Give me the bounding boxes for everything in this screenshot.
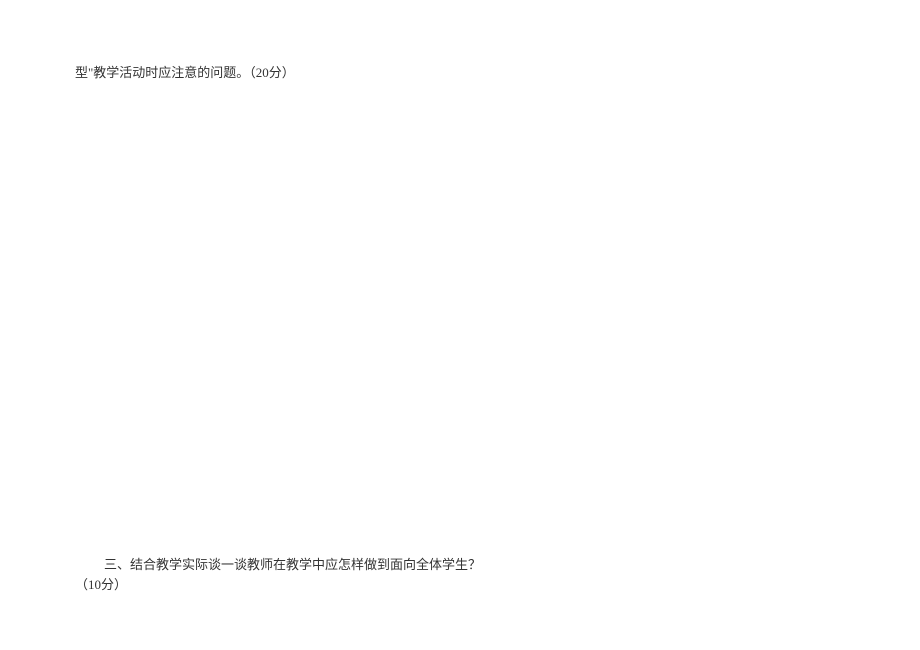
- question-three-points-line: （10分）: [75, 575, 127, 596]
- question-three-line: 三、结合教学实际谈一谈教师在教学中应怎样做到面向全体学生？: [104, 555, 481, 576]
- question-three-points-text: （10分）: [75, 577, 127, 592]
- question-three-text: 三、结合教学实际谈一谈教师在教学中应怎样做到面向全体学生？: [104, 557, 481, 572]
- question-fragment-line: 型"教学活动时应注意的问题。（20分）: [75, 63, 295, 84]
- question-fragment-text: 型"教学活动时应注意的问题。（20分）: [75, 65, 295, 80]
- document-page: 型"教学活动时应注意的问题。（20分） 三、结合教学实际谈一谈教师在教学中应怎样…: [0, 0, 920, 650]
